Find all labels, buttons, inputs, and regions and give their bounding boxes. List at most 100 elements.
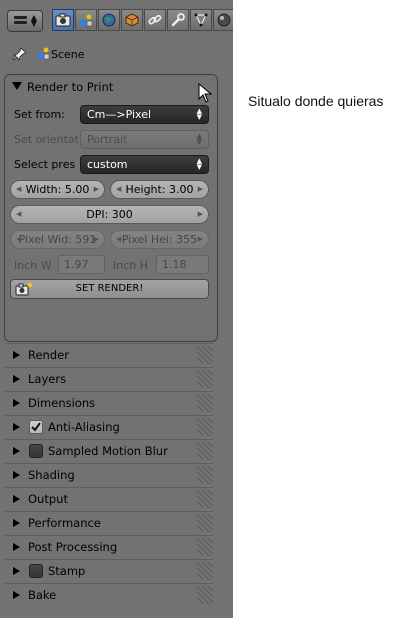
- tab-scene[interactable]: [75, 9, 97, 31]
- render-to-print-header[interactable]: Render to Print: [5, 75, 217, 99]
- section-bake[interactable]: Bake: [5, 583, 213, 606]
- section-dimensions[interactable]: Dimensions: [5, 391, 213, 414]
- inch-w-field[interactable]: 1.97: [58, 255, 105, 274]
- tab-object[interactable]: [121, 9, 143, 31]
- collapsed-triangle-icon: [13, 495, 20, 503]
- section-label: Bake: [28, 588, 57, 602]
- section-label: Sampled Motion Blur: [48, 444, 168, 458]
- tab-modifiers[interactable]: [167, 9, 189, 31]
- section-label: Performance: [28, 516, 101, 530]
- drag-grip-icon[interactable]: [197, 562, 213, 580]
- dpi-field[interactable]: ◀ DPI: 300 ▶: [10, 205, 209, 224]
- section-sampled-motion-blur[interactable]: Sampled Motion Blur: [5, 439, 213, 462]
- decrement-arrow-icon[interactable]: ◀: [16, 206, 21, 223]
- section-label: Render: [28, 348, 69, 362]
- set-orientation-label: Set orientat: [14, 133, 79, 146]
- pixel-height-field[interactable]: ◀ Pixel Hei: 355 ▶: [110, 230, 209, 249]
- width-value: Width: 5.00: [25, 183, 90, 196]
- section-label: Stamp: [48, 564, 86, 578]
- tab-world[interactable]: [98, 9, 120, 31]
- collapsed-triangle-icon: [13, 375, 20, 383]
- pixel-width-field[interactable]: ◀ Pixel Wid: 591 ▶: [10, 230, 105, 249]
- wrench-icon: [171, 13, 185, 27]
- section-label: Layers: [28, 372, 67, 386]
- drag-grip-icon[interactable]: [197, 442, 213, 460]
- drag-grip-icon[interactable]: [197, 466, 213, 484]
- section-output[interactable]: Output: [5, 487, 213, 510]
- chevron-updown-icon: ▲ ▼: [30, 13, 37, 28]
- set-from-dropdown[interactable]: Cm—>Pixel ▲ ▼: [80, 105, 209, 124]
- set-orientation-dropdown[interactable]: Portrait ▲ ▼: [80, 130, 209, 149]
- cube-icon: [125, 13, 139, 27]
- section-stamp[interactable]: Stamp: [5, 559, 213, 582]
- chain-icon: [148, 14, 162, 25]
- properties-panel: ▲ ▼ Scene Render to Print Set from: Cm—>…: [0, 0, 233, 618]
- width-field[interactable]: ◀ Width: 5.00 ▶: [10, 180, 105, 199]
- drag-grip-icon[interactable]: [197, 586, 213, 604]
- properties-header: ▲ ▼: [0, 0, 233, 39]
- tab-render[interactable]: [52, 9, 74, 31]
- select-preset-dropdown[interactable]: custom ▲ ▼: [80, 155, 209, 174]
- decrement-arrow-icon[interactable]: ◀: [16, 181, 21, 198]
- section-layers[interactable]: Layers: [5, 367, 213, 390]
- decrement-arrow-icon[interactable]: ◀: [116, 181, 121, 198]
- context-path-row: Scene: [0, 40, 233, 70]
- render-to-print-panel: Render to Print Set from: Cm—>Pixel ▲ ▼ S…: [4, 74, 218, 342]
- drag-grip-icon[interactable]: [197, 418, 213, 436]
- set-from-label: Set from:: [14, 108, 65, 121]
- dpi-value: DPI: 300: [86, 208, 133, 221]
- camera-icon: [55, 13, 71, 27]
- height-field[interactable]: ◀ Height: 3.00 ▶: [110, 180, 209, 199]
- pixel-width-value: Pixel Wid: 591: [18, 233, 97, 246]
- increment-arrow-icon: ▶: [197, 235, 203, 243]
- section-label: Output: [28, 492, 68, 506]
- stamp-checkbox[interactable]: [29, 564, 43, 578]
- checkmark-icon: [31, 422, 41, 432]
- set-render-button[interactable]: SET RENDER!: [10, 279, 209, 299]
- height-value: Height: 3.00: [125, 183, 194, 196]
- inch-w-label: Inch W: [14, 259, 52, 272]
- sampled-motion-blur-checkbox[interactable]: [29, 444, 43, 458]
- collapsed-triangle-icon: [13, 471, 20, 479]
- world-icon: [102, 13, 116, 27]
- vertex-icon: [194, 13, 208, 27]
- collapsed-triangle-icon: [13, 567, 20, 575]
- scene-icon: [79, 14, 93, 27]
- drag-grip-icon[interactable]: [197, 370, 213, 388]
- section-post-processing[interactable]: Post Processing: [5, 535, 213, 558]
- tab-mesh-data[interactable]: [190, 9, 212, 31]
- material-icon: [217, 13, 231, 27]
- section-shading[interactable]: Shading: [5, 463, 213, 486]
- set-orientation-value: Portrait: [87, 133, 128, 146]
- tab-material[interactable]: [213, 9, 233, 31]
- increment-arrow-icon[interactable]: ▶: [94, 181, 99, 198]
- set-render-label: SET RENDER!: [75, 283, 144, 294]
- editor-type-button[interactable]: ▲ ▼: [7, 10, 43, 32]
- increment-arrow-icon[interactable]: ▶: [198, 206, 203, 223]
- select-preset-label: Select pres: [14, 158, 76, 171]
- pin-icon[interactable]: [12, 46, 28, 62]
- render-to-print-title: Render to Print: [27, 80, 114, 94]
- anti-aliasing-checkbox[interactable]: [29, 420, 43, 434]
- section-label: Post Processing: [28, 540, 118, 554]
- section-anti-aliasing[interactable]: Anti-Aliasing: [5, 415, 213, 438]
- section-label: Anti-Aliasing: [48, 420, 120, 434]
- scene-icon: [37, 47, 50, 60]
- drag-grip-icon[interactable]: [197, 538, 213, 556]
- section-performance[interactable]: Performance: [5, 511, 213, 534]
- increment-arrow-icon[interactable]: ▶: [198, 181, 203, 198]
- mouse-cursor-icon: [198, 83, 212, 103]
- drag-grip-icon[interactable]: [197, 346, 213, 364]
- drag-grip-icon[interactable]: [197, 490, 213, 508]
- increment-arrow-icon: ▶: [93, 235, 99, 243]
- collapsed-triangle-icon: [13, 447, 20, 455]
- inch-h-field[interactable]: 1.18: [156, 255, 209, 274]
- drag-grip-icon[interactable]: [197, 514, 213, 532]
- chevron-updown-icon: ▲ ▼: [196, 157, 202, 171]
- select-preset-value: custom: [87, 158, 128, 171]
- tab-constraints[interactable]: [144, 9, 166, 31]
- drag-grip-icon[interactable]: [197, 394, 213, 412]
- section-render[interactable]: Render: [5, 343, 213, 366]
- chevron-updown-icon: ▲ ▼: [196, 107, 202, 121]
- pixel-height-value: Pixel Hei: 355: [121, 233, 198, 246]
